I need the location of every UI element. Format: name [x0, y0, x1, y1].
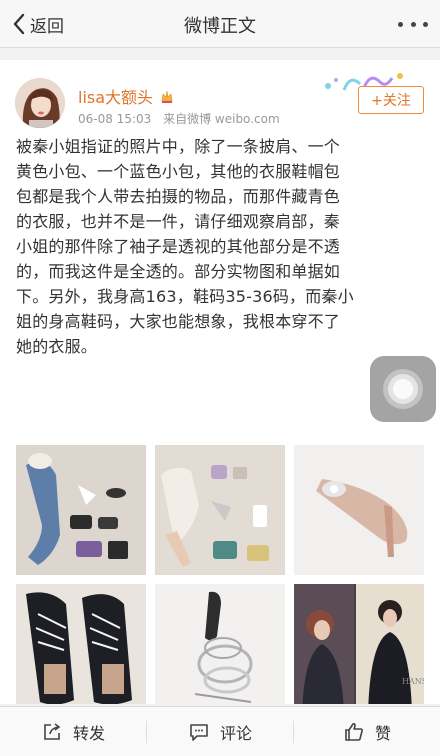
bottom-action-bar: 转发 评论 赞: [0, 706, 440, 756]
post-source: 来自微博 weibo.com: [163, 112, 280, 126]
more-button[interactable]: [398, 14, 428, 34]
post-meta: 06-08 15:03 来自微博 weibo.com: [78, 110, 280, 127]
follow-button[interactable]: +关注: [358, 86, 424, 114]
comment-icon: [190, 723, 208, 741]
assistive-touch-button[interactable]: [370, 356, 436, 422]
username-text: lisa大额头: [78, 88, 154, 107]
repost-icon: [44, 722, 61, 740]
photo-4[interactable]: [16, 584, 146, 704]
more-dots-icon: [398, 21, 403, 27]
comment-button[interactable]: 评论: [147, 707, 293, 756]
photo-2[interactable]: [155, 445, 285, 575]
comment-label: 评论: [219, 723, 252, 743]
photo-caption: HANS: [402, 677, 424, 686]
vip-crown-icon: [161, 90, 173, 103]
photo-6[interactable]: HANS: [294, 584, 424, 704]
avatar[interactable]: [15, 78, 65, 128]
photo-3[interactable]: [294, 445, 424, 575]
like-label: 赞: [374, 723, 391, 743]
post-text: 被秦小姐指证的照片中，除了一条披肩、一个 黄色小包、一个蓝色小包，其他的衣服鞋帽…: [16, 137, 354, 356]
post-card: lisa大额头 06-08 15:03 来自微博 weibo.com +关注 被…: [0, 60, 440, 704]
page-title: 微博正文: [184, 16, 256, 37]
top-nav-bar: 返回 微博正文: [0, 0, 440, 48]
repost-label: 转发: [72, 723, 105, 743]
post-date: 06-08 15:03: [78, 112, 152, 126]
username[interactable]: lisa大额头: [78, 84, 175, 108]
photo-1[interactable]: [16, 445, 146, 575]
like-icon: [345, 722, 363, 741]
avatar-image: [15, 78, 65, 128]
like-button[interactable]: 赞: [294, 707, 440, 756]
repost-button[interactable]: 转发: [0, 707, 146, 756]
photo-5[interactable]: [155, 584, 285, 704]
